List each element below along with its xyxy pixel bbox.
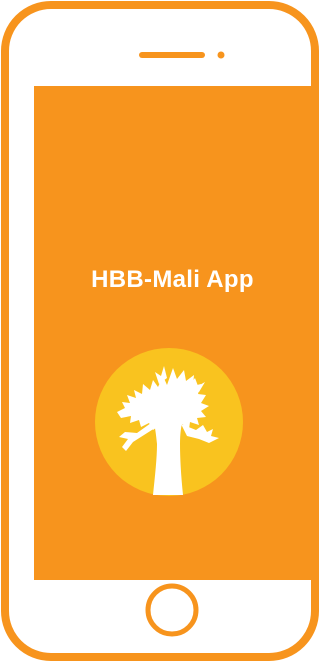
app-title: HBB-Mali App — [91, 266, 254, 293]
baobab-tree-logo — [95, 348, 243, 496]
splash-mockup: HBB-Mali App — [0, 0, 320, 662]
app-screen: HBB-Mali App — [34, 86, 311, 580]
front-camera-icon — [217, 51, 225, 59]
